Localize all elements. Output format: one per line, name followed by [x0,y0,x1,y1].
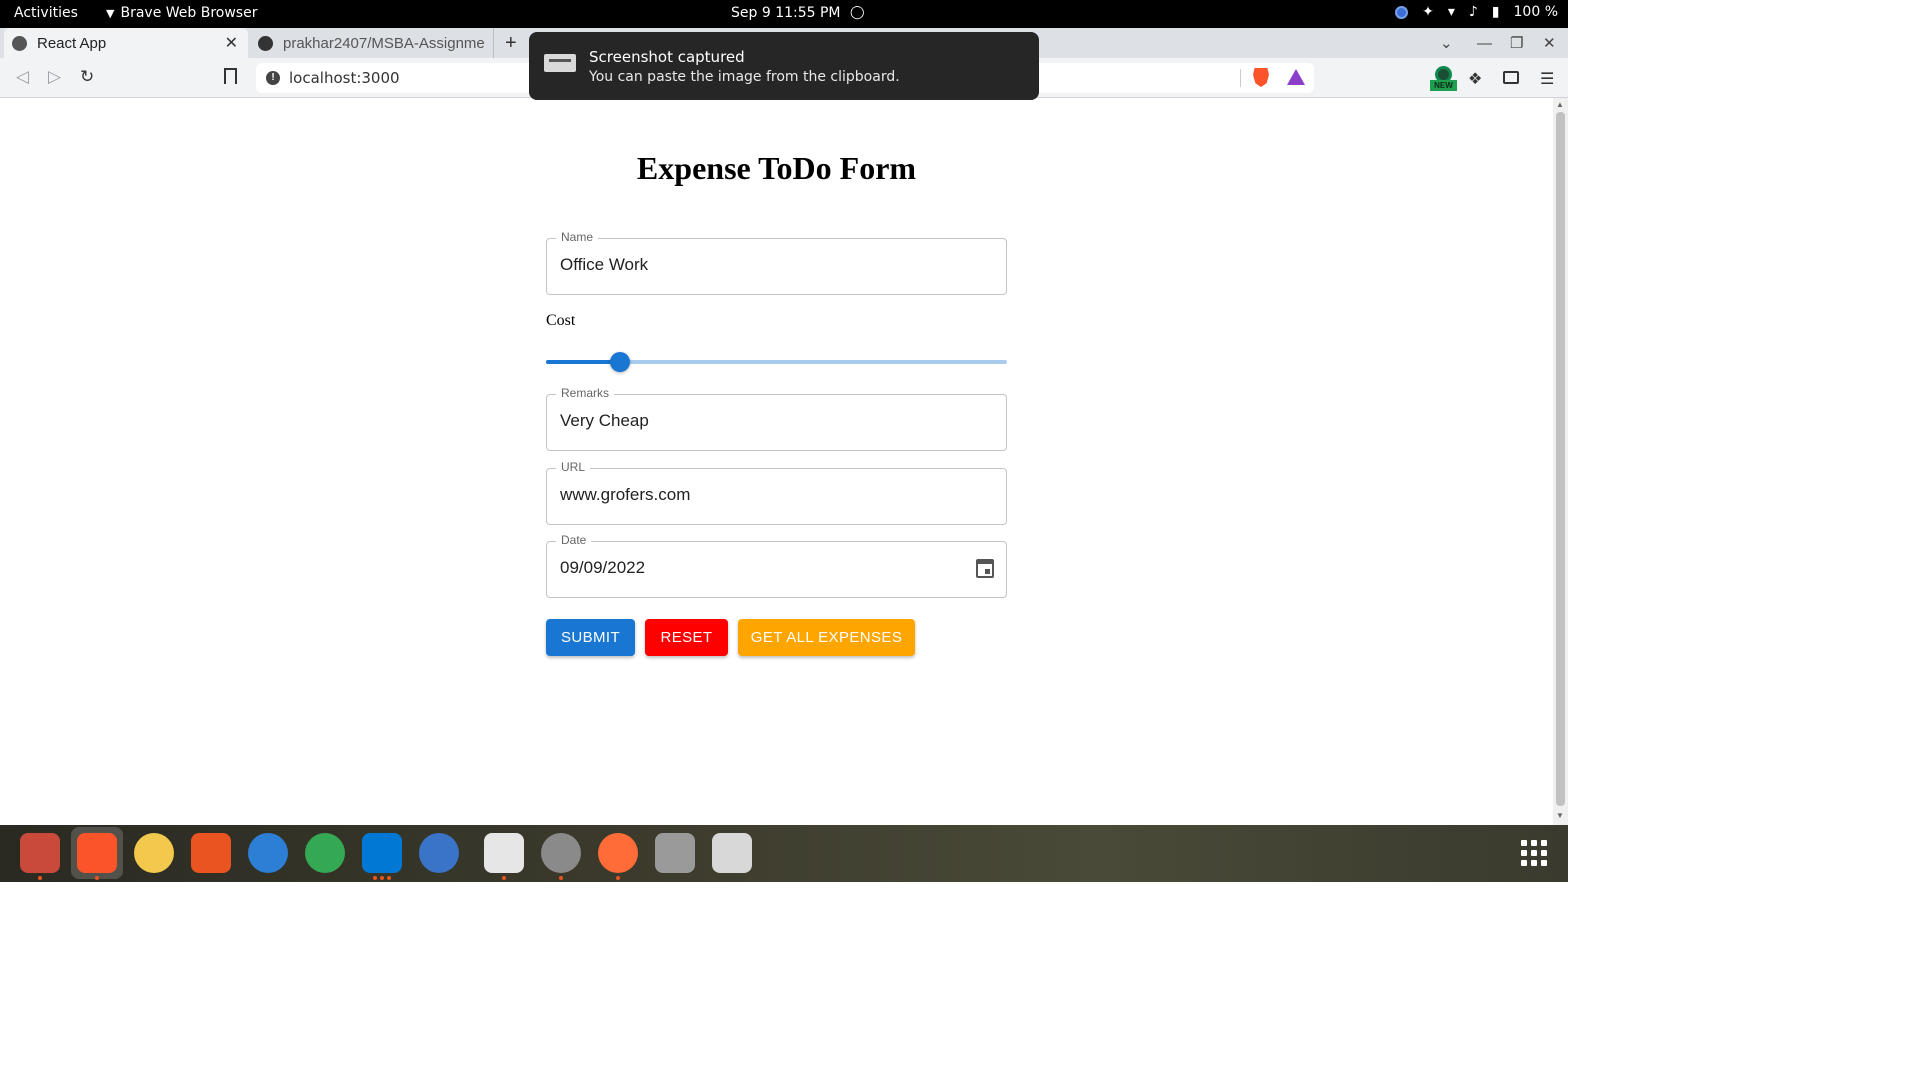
dock-running-indicator [95,876,99,880]
wifi-icon: ▾ [1447,4,1455,20]
wallet-icon[interactable] [1503,71,1519,84]
github-icon [258,35,273,51]
slider-thumb[interactable] [609,352,630,372]
submit-button[interactable]: SUBMIT [546,619,635,656]
remarks-label: Remarks [556,386,615,400]
vpn-indicator-icon[interactable] [1395,5,1409,19]
tab-search-chevron-icon[interactable]: ⌄ [1440,28,1453,58]
brave-shield-icon: ▼ [106,6,115,20]
dock-running-indicator [380,876,384,880]
dock-disk-utility-icon[interactable] [655,833,695,873]
dock-vscode-icon[interactable] [362,833,402,873]
name-label: Name [556,230,599,244]
cost-label: Cost [546,312,576,329]
page-scrollbar[interactable]: ▲ ▼ [1553,98,1568,825]
tab-react-app[interactable]: React App ✕ [4,28,248,58]
scroll-down-icon[interactable]: ▼ [1556,811,1564,820]
volume-icon: ♪ [1468,4,1478,20]
notification-title: Screenshot captured [589,48,745,66]
brave-shields-icon[interactable] [1253,68,1269,87]
dock-help-icon[interactable] [248,833,288,873]
address-bar-divider [1240,69,1241,87]
dock-running-indicator [616,876,620,880]
dock-running-indicator [38,876,42,880]
scroll-up-icon[interactable]: ▲ [1556,100,1564,109]
accessibility-icon[interactable]: ✦ [1422,4,1434,20]
tab-github[interactable]: prakhar2407/MSBA-Assignme [252,28,494,58]
forward-icon[interactable]: ▷ [48,67,61,87]
battery-percent: 100 % [1513,4,1558,20]
battery-icon: ▮ [1491,4,1500,20]
dock [0,825,1568,882]
app-menu[interactable]: ▼ Brave Web Browser [106,5,257,21]
maximize-icon[interactable]: ❐ [1510,28,1523,58]
clock[interactable]: Sep 9 11:55 PM [731,5,841,21]
page-title: Expense ToDo Form [636,150,917,186]
screenshot-notification[interactable]: Screenshot captured You can paste the im… [529,32,1039,100]
url-field[interactable]: URL [546,460,1007,525]
reset-button[interactable]: RESET [645,619,728,656]
dock-brave-icon[interactable] [77,833,117,873]
scrollbar-thumb[interactable] [1556,112,1565,806]
cost-slider[interactable] [546,352,1007,373]
url-input[interactable] [560,485,960,505]
tab-title: prakhar2407/MSBA-Assignme [283,34,485,52]
dock-app-center-icon[interactable] [191,833,231,873]
app-menu-label: Brave Web Browser [120,5,258,21]
get-all-expenses-button[interactable]: GET ALL EXPENSES [738,619,915,656]
date-field[interactable]: Date [546,533,1007,598]
dock-rhythmbox-icon[interactable] [134,833,174,873]
tab-title: React App [37,34,107,52]
slider-track [546,360,620,364]
system-tray[interactable]: ✦ ▾ ♪ ▮ 100 % [1395,4,1558,20]
close-tab-icon[interactable]: ✕ [215,33,248,53]
date-label: Date [556,533,592,547]
notification-body: You can paste the image from the clipboa… [589,69,900,85]
url-text[interactable]: localhost:3000 [289,69,400,87]
dock-qbittorrent-icon[interactable] [419,833,459,873]
back-icon[interactable]: ◁ [16,67,29,87]
name-input[interactable] [560,255,960,275]
remarks-input[interactable] [560,411,960,431]
dock-optical-drive-icon[interactable] [541,833,581,873]
extensions-puzzle-icon[interactable]: ❖ [1468,69,1482,89]
alarm-icon: ◯ [850,5,865,20]
show-apps-icon[interactable] [1521,840,1547,866]
new-tab-button[interactable]: + [505,28,517,58]
new-badge: NEW [1430,80,1457,91]
close-window-icon[interactable]: ✕ [1543,28,1556,58]
dock-chrome-icon[interactable] [305,833,345,873]
activities-button[interactable]: Activities [14,5,78,21]
dock-running-indicator [373,876,377,880]
dock-running-indicator [502,876,506,880]
page-viewport: Expense ToDo Form Name Cost Remarks URL … [0,98,1553,825]
site-info-icon[interactable]: ! [266,71,280,85]
screenshot-icon [544,54,576,72]
system-top-bar: Activities ▼ Brave Web Browser Sep 9 11:… [0,0,1568,28]
brave-rewards-icon[interactable] [1287,69,1305,85]
minimize-icon[interactable]: — [1477,28,1492,58]
date-input[interactable] [560,558,960,578]
dock-running-indicator [559,876,563,880]
extension-new-icon[interactable]: NEW [1430,66,1457,92]
dock-running-indicator [387,876,391,880]
dock-files-icon[interactable] [20,833,60,873]
remarks-field[interactable]: Remarks [546,386,1007,451]
globe-icon [12,35,27,51]
reload-icon[interactable]: ↻ [80,67,94,87]
bookmark-icon[interactable] [224,68,237,84]
url-label: URL [556,460,591,474]
calendar-icon[interactable] [976,559,994,578]
menu-icon[interactable]: ☰ [1540,69,1554,89]
dock-trash-icon[interactable] [712,833,752,873]
name-field[interactable]: Name [546,230,1007,295]
dock-gimp-icon[interactable] [484,833,524,873]
dock-postman-icon[interactable] [598,833,638,873]
